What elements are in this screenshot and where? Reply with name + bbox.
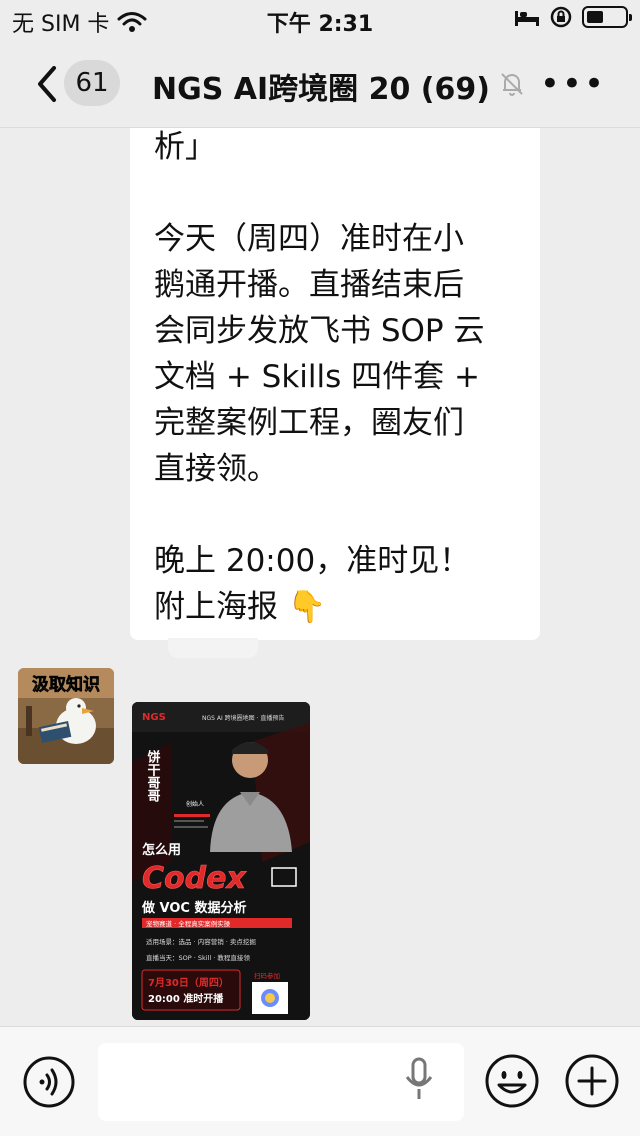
- status-right: [514, 6, 632, 28]
- message-line: 文档 + Skills 四件套 +: [154, 359, 480, 395]
- status-bar: 无 SIM 卡 下午 2:31: [0, 0, 640, 40]
- message-line: 今天（周四）准时在小: [154, 221, 464, 257]
- message-line: 鹅通开播。直播结束后: [154, 267, 464, 303]
- sender-avatar[interactable]: 汲取知识: [18, 668, 114, 764]
- poster-brand: NGS: [142, 712, 166, 723]
- input-bar: [0, 1026, 640, 1136]
- duck-reading-icon: 汲取知识: [18, 668, 114, 764]
- poster-header: NGS AI 跨境圈地图 · 直播预告: [202, 714, 284, 722]
- voice-icon[interactable]: [22, 1055, 76, 1109]
- poster-qr-label: 扫码参加: [254, 971, 280, 980]
- poster-side-name: 饼干哥哥: [145, 749, 161, 803]
- message-line: 附上海报 👇: [154, 589, 327, 625]
- rotation-lock-icon: [550, 6, 572, 28]
- battery-icon: [582, 6, 632, 28]
- message-line: 直接领。: [154, 451, 278, 487]
- avatar-caption: 汲取知识: [32, 674, 100, 695]
- message-line: 会同步发放飞书 SOP 云: [154, 313, 485, 349]
- text-message-bubble[interactable]: 析」 今天（周四）准时在小 鹅通开播。直播结束后 会同步发放飞书 SOP 云 文…: [130, 128, 540, 640]
- bed-icon: [515, 11, 539, 26]
- poster-headline-1: 怎么用: [142, 842, 181, 858]
- poster-sub-banner: 宠物赛道 · 全程真实案例实操: [146, 919, 231, 928]
- poster-headline-2: Codex: [142, 861, 247, 896]
- battery-level: [587, 11, 603, 23]
- chat-title[interactable]: NGS AI跨境圈 20 (69): [152, 64, 490, 108]
- plus-icon[interactable]: [564, 1053, 620, 1109]
- mic-icon[interactable]: [404, 1057, 434, 1101]
- poster-image-message[interactable]: NGS NGS AI 跨境圈地图 · 直播预告 饼干哥哥 创始人 怎么用 Cod…: [132, 702, 310, 1020]
- poster-headline-3: 做 VOC 数据分析: [141, 900, 246, 916]
- poster-benefit-line: 直播当天：SOP · Skill · 教程直接领: [146, 953, 250, 962]
- emoji-icon[interactable]: [484, 1053, 540, 1109]
- back-chevron-icon[interactable]: [28, 62, 68, 106]
- unread-badge[interactable]: 61: [64, 60, 120, 106]
- live-stream-poster: NGS NGS AI 跨境圈地图 · 直播预告 饼干哥哥 创始人 怎么用 Cod…: [132, 702, 310, 1020]
- more-dots-icon[interactable]: •••: [540, 67, 606, 101]
- message-line: 析」: [154, 129, 216, 165]
- poster-scene-line: 适用场景：选品 · 内容营销 · 卖点挖掘: [146, 937, 256, 946]
- bubble-shadow: [168, 638, 258, 658]
- message-list[interactable]: 析」 今天（周四）准时在小 鹅通开播。直播结束后 会同步发放飞书 SOP 云 文…: [0, 128, 640, 1026]
- poster-time: 20:00 准时开播: [148, 992, 224, 1005]
- poster-founder-tag: 创始人: [186, 800, 204, 808]
- mute-bell-icon: [501, 73, 523, 96]
- chat-header: 61 NGS AI跨境圈 20 (69) •••: [0, 40, 640, 128]
- poster-date: 7月30日（周四）: [148, 976, 229, 989]
- message-line: 完整案例工程，圈友们: [154, 405, 464, 441]
- message-line: 晚上 20:00，准时见！: [154, 543, 471, 579]
